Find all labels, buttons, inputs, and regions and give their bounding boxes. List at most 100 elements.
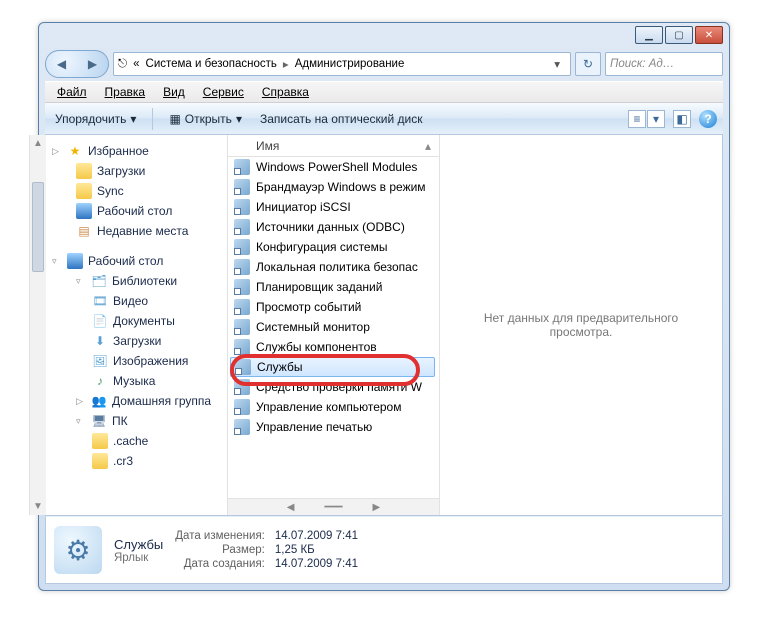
pc-item[interactable]: .cache (48, 431, 225, 451)
chevron-down-icon: ▾ (130, 112, 136, 126)
shortcut-icon (234, 279, 250, 295)
favorites-item[interactable]: Рабочий стол (48, 201, 225, 221)
horizontal-scrollbar[interactable]: ◀━━━▶ (228, 498, 439, 515)
open-button[interactable]: ▦ Открыть▾ (165, 110, 246, 128)
list-item[interactable]: Инициатор iSCSI (228, 197, 439, 217)
shortcut-icon (234, 419, 250, 435)
shortcut-icon (234, 299, 250, 315)
folder-icon (92, 453, 108, 469)
location-icon: ⎋ (118, 58, 127, 71)
music-icon: ♪ (92, 373, 108, 389)
address-bar[interactable]: ⎋ « Система и безопасность ▸ Администрир… (113, 52, 571, 76)
pc-item[interactable]: .cr3 (48, 451, 225, 471)
menu-edit[interactable]: Правка (97, 83, 154, 101)
library-item[interactable]: 📄Документы (48, 311, 225, 331)
list-pane: Имя ▴ Windows PowerShell Modules Брандмау… (228, 135, 722, 515)
column-header-name[interactable]: Имя ▴ (228, 135, 439, 157)
list-item[interactable]: Источники данных (ODBC) (228, 217, 439, 237)
details-label-modified: Дата изменения: (175, 530, 265, 542)
list-item[interactable]: Системный монитор (228, 317, 439, 337)
list-item[interactable]: Локальная политика безопас (228, 257, 439, 277)
list-item[interactable]: Windows PowerShell Modules (228, 157, 439, 177)
list-item-label: Службы (257, 360, 302, 374)
library-item[interactable]: 🎞Видео (48, 291, 225, 311)
details-value-modified: 14.07.2009 7:41 (275, 530, 358, 542)
details-name: Службы (114, 537, 163, 552)
pc-root[interactable]: ▿ 🖥 ПК (48, 411, 225, 431)
nav-bar: ◀ ▶ ⎋ « Система и безопасность ▸ Админис… (45, 47, 723, 81)
menu-help[interactable]: Справка (254, 83, 317, 101)
shortcut-icon (234, 179, 250, 195)
library-item[interactable]: ⬇Загрузки (48, 331, 225, 351)
list-item-label: Планировщик заданий (256, 280, 382, 294)
back-forward-buttons[interactable]: ◀ ▶ (45, 50, 109, 78)
favorites-item[interactable]: ▤Недавние места (48, 221, 225, 241)
close-button[interactable]: ✕ (695, 26, 723, 44)
collapse-icon[interactable]: ▿ (76, 416, 86, 427)
minimize-button[interactable]: ▁ (635, 26, 663, 44)
list-item[interactable]: Средство проверки памяти W (228, 377, 439, 397)
list-item-label: Средство проверки памяти W (256, 380, 422, 394)
collapse-icon[interactable]: ▿ (52, 256, 62, 267)
homegroup-icon: 👥 (91, 393, 107, 409)
back-icon: ◀ (57, 57, 66, 71)
favorites-item[interactable]: Загрузки (48, 161, 225, 181)
list-item-label: Источники данных (ODBC) (256, 220, 405, 234)
chevron-down-icon: ▾ (236, 112, 242, 126)
list-item[interactable]: Службы (230, 357, 435, 377)
list-item[interactable]: Планировщик заданий (228, 277, 439, 297)
list-item-label: Windows PowerShell Modules (256, 160, 417, 174)
folder-icon (76, 163, 92, 179)
navpane-scrollbar[interactable]: ▲ ▼ (29, 135, 46, 515)
preview-pane-toggle[interactable]: ◧ (673, 110, 691, 128)
menu-view[interactable]: Вид (155, 83, 193, 101)
libraries-root[interactable]: ▿ 🗂 Библиотеки (48, 271, 225, 291)
breadcrumb-item[interactable]: Администрирование (295, 58, 405, 70)
list-item[interactable]: Конфигурация системы (228, 237, 439, 257)
list-item[interactable]: Управление печатью (228, 417, 439, 437)
open-icon: ▦ (169, 112, 180, 126)
shortcut-icon (234, 199, 250, 215)
gear-icon: ⚙ (65, 534, 90, 567)
list-item-label: Локальная политика безопас (256, 260, 418, 274)
shortcut-icon (234, 399, 250, 415)
view-mode-buttons[interactable]: ≡ ▾ (628, 110, 665, 128)
maximize-button[interactable]: ▢ (665, 26, 693, 44)
list-item[interactable]: Брандмауэр Windows в режим (228, 177, 439, 197)
list-item[interactable]: Службы компонентов (228, 337, 439, 357)
shortcut-icon (234, 159, 250, 175)
favorites-root[interactable]: ▷ ★ Избранное (48, 141, 225, 161)
refresh-button[interactable]: ↻ (575, 52, 601, 76)
libraries-icon: 🗂 (91, 273, 107, 289)
menu-tools[interactable]: Сервис (195, 83, 252, 101)
library-item[interactable]: ♪Музыка (48, 371, 225, 391)
search-input[interactable]: Поиск: Ад… (605, 52, 723, 76)
list-item[interactable]: Просмотр событий (228, 297, 439, 317)
details-label-created: Дата создания: (175, 558, 265, 570)
details-pane: ⚙ Службы Ярлык Дата изменения: 14.07.200… (45, 516, 723, 584)
library-item[interactable]: 🖼Изображения (48, 351, 225, 371)
sort-asc-icon: ▴ (425, 139, 431, 153)
view-list-icon[interactable]: ≡ (628, 110, 646, 128)
command-bar: Упорядочить▾ ▦ Открыть▾ Записать на опти… (45, 103, 723, 135)
expand-icon[interactable]: ▷ (76, 396, 86, 407)
expand-icon[interactable]: ▷ (52, 146, 62, 157)
collapse-icon[interactable]: ▿ (76, 276, 86, 287)
desktop-root[interactable]: ▿ Рабочий стол (48, 251, 225, 271)
view-dropdown-icon[interactable]: ▾ (647, 110, 665, 128)
list-item[interactable]: Управление компьютером (228, 397, 439, 417)
favorites-item[interactable]: Sync (48, 181, 225, 201)
shortcut-icon (234, 379, 250, 395)
list-item-label: Управление печатью (256, 420, 372, 434)
item-large-icon: ⚙ (54, 526, 102, 574)
help-button[interactable]: ? (699, 110, 717, 128)
menu-file[interactable]: Файл (49, 83, 95, 101)
list-item-label: Инициатор iSCSI (256, 200, 351, 214)
breadcrumb-item[interactable]: Система и безопасность (146, 58, 277, 70)
organize-button[interactable]: Упорядочить▾ (51, 110, 140, 128)
breadcrumb-dropdown-icon[interactable]: ▾ (548, 57, 566, 71)
homegroup-item[interactable]: ▷👥Домашняя группа (48, 391, 225, 411)
shortcut-icon (234, 319, 250, 335)
burn-button[interactable]: Записать на оптический диск (256, 110, 427, 128)
list-item-label: Просмотр событий (256, 300, 361, 314)
